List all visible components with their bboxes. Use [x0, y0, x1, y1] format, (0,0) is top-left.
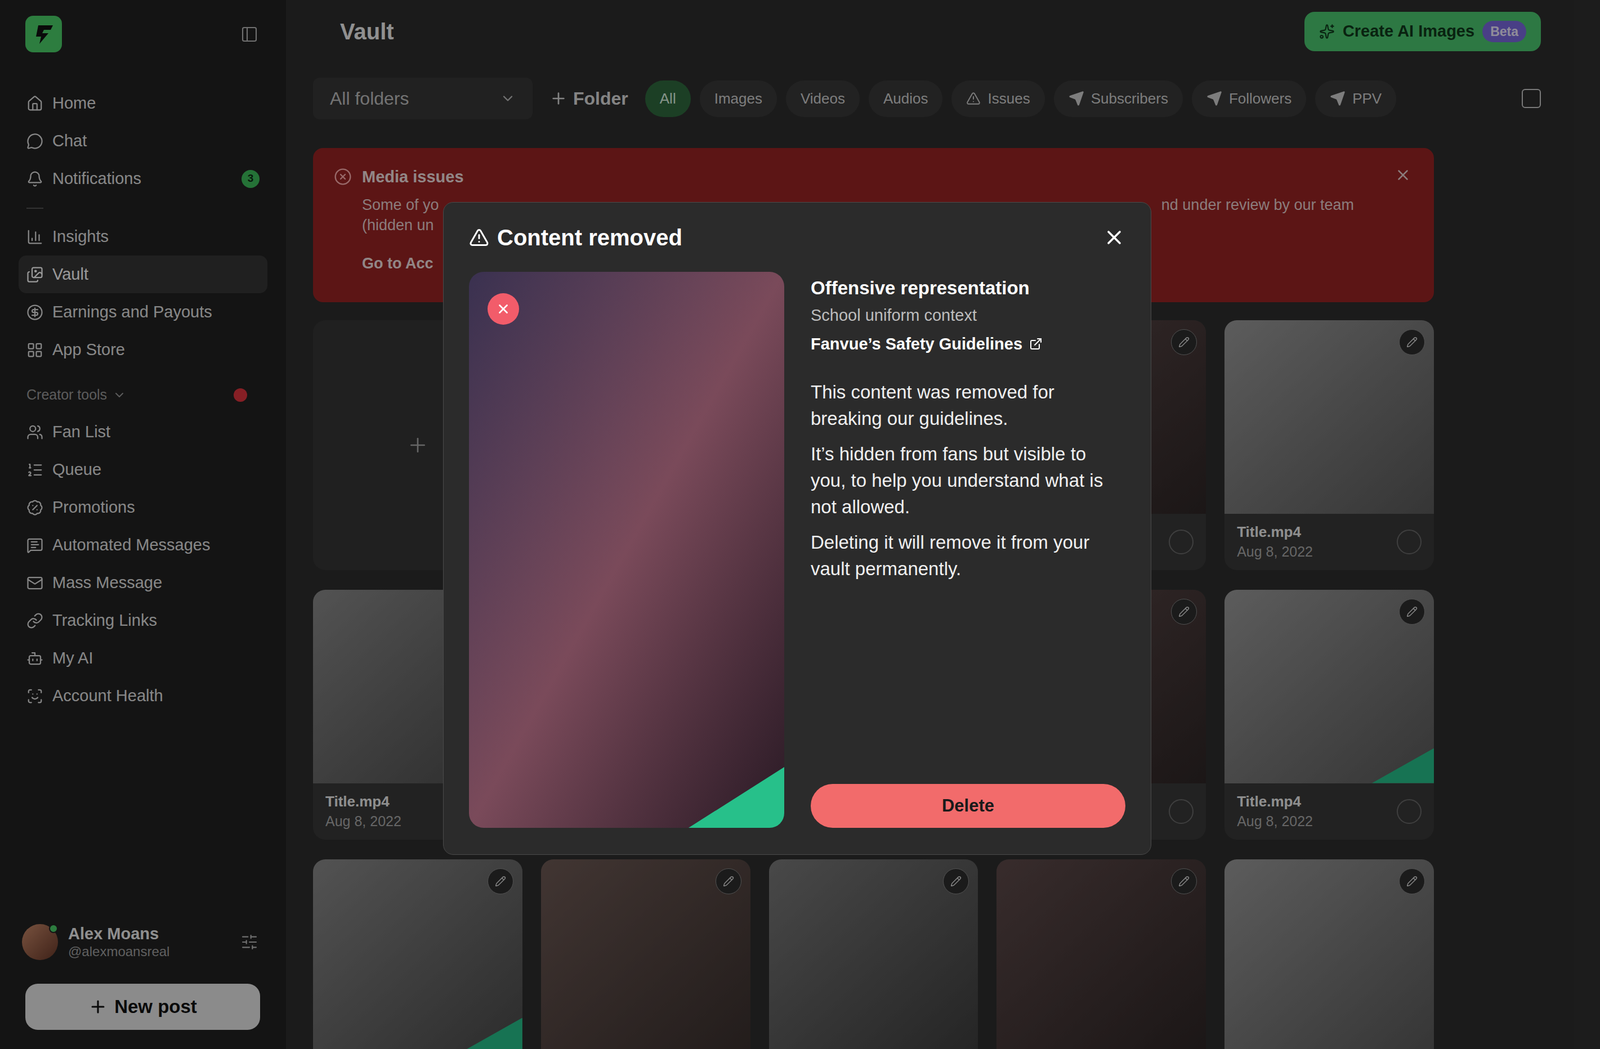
- dialog-title: Content removed: [497, 220, 683, 255]
- removal-context: School uniform context: [810, 305, 1126, 327]
- dialog-paragraph: It’s hidden from fans but visible to you…: [810, 440, 1126, 521]
- flag-corner: [688, 767, 785, 829]
- dialog-paragraph: This content was removed for breaking ou…: [810, 378, 1126, 432]
- removed-media-preview: [468, 271, 785, 829]
- external-link-icon: [1029, 337, 1043, 351]
- app: HomeChatNotifications3InsightsVaultEarni…: [0, 0, 1600, 1049]
- dialog-paragraph: Deleting it will remove it from your vau…: [810, 529, 1126, 583]
- removal-reason: Offensive representation: [810, 276, 1126, 301]
- removed-badge: [487, 293, 520, 325]
- close-dialog-icon[interactable]: [1102, 226, 1126, 249]
- x-icon: [495, 301, 511, 317]
- warning-icon: [468, 227, 490, 248]
- content-removed-dialog: Content removed Offensive representation S…: [443, 202, 1152, 856]
- guidelines-link[interactable]: Fanvue’s Safety Guidelines: [810, 332, 1126, 357]
- delete-button[interactable]: Delete: [810, 784, 1126, 829]
